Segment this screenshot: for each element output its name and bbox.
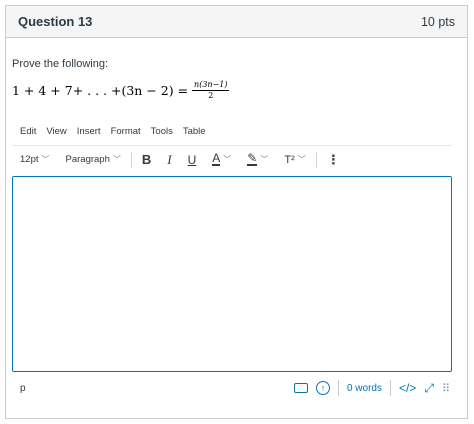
question-prompt: Prove the following: xyxy=(12,58,108,70)
statusbar-divider xyxy=(337,380,339,396)
highlight-icon: ✎ xyxy=(247,151,258,166)
statusbar-divider xyxy=(389,380,391,396)
underline-button[interactable]: U xyxy=(180,153,205,167)
fullscreen-icon[interactable]: ⤢ xyxy=(424,381,434,396)
bold-button[interactable]: B xyxy=(134,152,159,167)
font-size-select[interactable]: 12pt ﹀ xyxy=(12,154,58,165)
statusbar-actions: ↑ 0 words </> ⤢ ⠿ xyxy=(293,380,452,396)
editor-menubar: Edit View Insert Format Tools Table xyxy=(20,126,206,137)
superscript-icon: T² xyxy=(284,153,295,166)
text-color-button[interactable]: A ﹀ xyxy=(204,151,239,166)
chevron-down-icon: ﹀ xyxy=(297,155,306,164)
paragraph-value: Paragraph xyxy=(65,154,110,165)
upload-icon[interactable]: ↑ xyxy=(315,381,330,395)
toolbar-divider xyxy=(315,151,317,168)
bold-icon: B xyxy=(141,152,152,167)
chevron-down-icon: ﹀ xyxy=(112,155,121,164)
menu-tools[interactable]: Tools xyxy=(151,126,173,137)
editor-toolbar: 12pt ﹀ Paragraph ﹀ B I U A ﹀ ✎ ﹀ T² ﹀ ⋮ xyxy=(12,145,452,173)
keyboard-icon[interactable] xyxy=(293,383,308,393)
resize-handle-icon[interactable]: ⠿ xyxy=(442,382,450,395)
menu-format[interactable]: Format xyxy=(111,126,141,137)
more-vertical-icon: ⋮ xyxy=(326,151,340,167)
question-header: Question 13 10 pts xyxy=(6,6,467,38)
chevron-down-icon: ﹀ xyxy=(260,155,269,164)
superscript-button[interactable]: T² ﹀ xyxy=(276,154,313,166)
formula-lhs: 1 + 4 + 7+ . . . +(3n − 2) = xyxy=(12,83,189,98)
menu-table[interactable]: Table xyxy=(183,126,206,137)
question-formula: 1 + 4 + 7+ . . . +(3n − 2) = n(3n−1) 2 xyxy=(12,80,230,101)
word-count[interactable]: 0 words xyxy=(347,383,382,394)
html-editor-toggle-icon[interactable]: </> xyxy=(399,381,416,395)
font-size-value: 12pt xyxy=(20,154,39,165)
highlight-color-button[interactable]: ✎ ﹀ xyxy=(239,151,276,166)
menu-edit[interactable]: Edit xyxy=(20,126,36,137)
paragraph-select[interactable]: Paragraph ﹀ xyxy=(58,154,129,165)
formula-numerator: n(3n−1) xyxy=(192,80,230,91)
underline-icon: U xyxy=(187,152,197,167)
more-options-button[interactable]: ⋮ xyxy=(319,152,347,168)
menu-view[interactable]: View xyxy=(46,126,66,137)
italic-icon: I xyxy=(167,151,172,167)
toolbar-divider xyxy=(130,151,132,168)
editor-statusbar: p ↑ 0 words </> ⤢ ⠿ xyxy=(12,376,452,400)
element-path[interactable]: p xyxy=(12,383,26,394)
question-points: 10 pts xyxy=(420,14,455,29)
answer-editor[interactable] xyxy=(12,176,452,372)
menu-insert[interactable]: Insert xyxy=(77,126,101,137)
formula-fraction: n(3n−1) 2 xyxy=(192,80,230,101)
italic-button[interactable]: I xyxy=(159,152,179,168)
chevron-down-icon: ﹀ xyxy=(41,155,50,164)
question-title: Question 13 xyxy=(18,14,93,29)
formula-denominator: 2 xyxy=(208,91,214,100)
text-color-icon: A xyxy=(212,151,221,166)
chevron-down-icon: ﹀ xyxy=(223,155,232,164)
